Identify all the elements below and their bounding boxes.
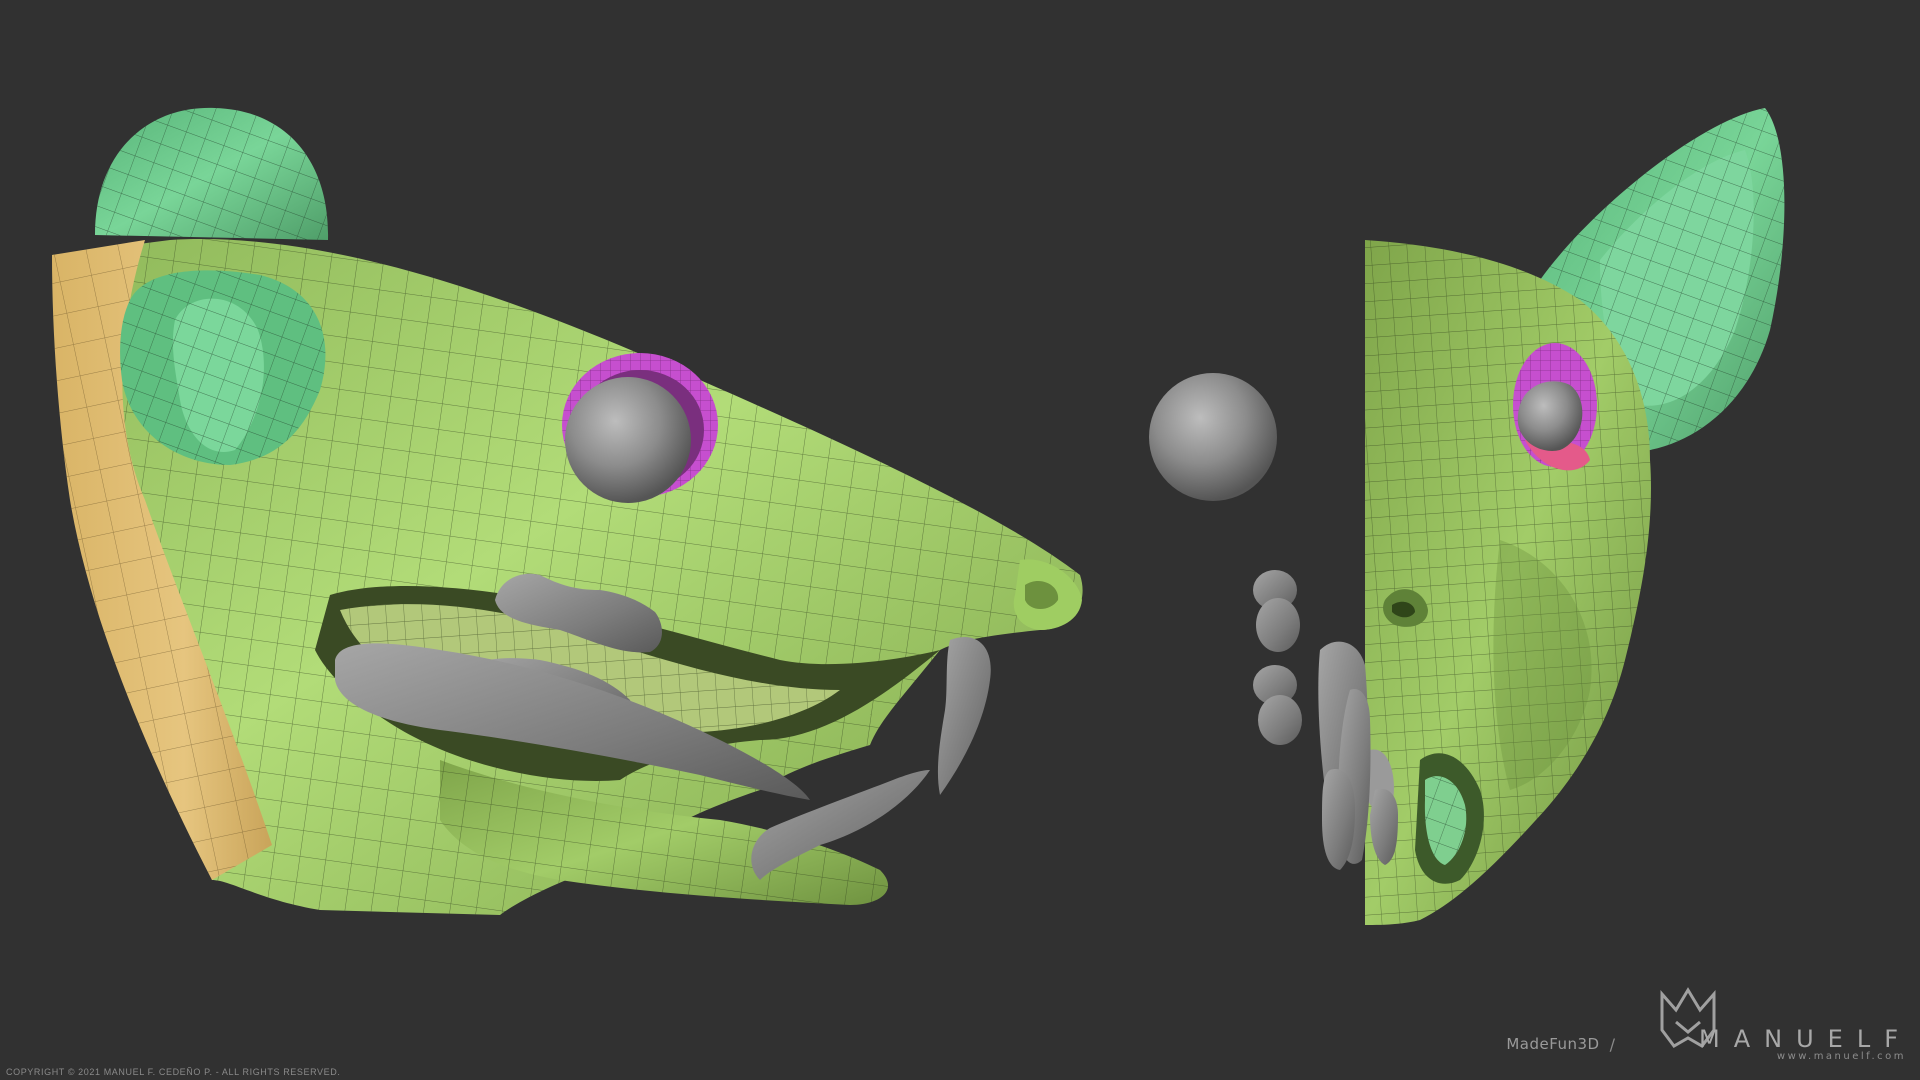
brand-separator: / (1609, 1034, 1616, 1054)
brand-name: MANUELF (1699, 1024, 1912, 1053)
front-view-head (1253, 108, 1785, 925)
copyright-notice: COPYRIGHT © 2021 MANUEL F. CEDEÑO P. - A… (6, 1067, 341, 1077)
center-eyeball (1149, 373, 1277, 501)
brand-signature: MadeFun3D / MANUELF www.manuelf.com (1506, 1014, 1912, 1074)
side-view-head (52, 107, 1083, 915)
eyeball (565, 377, 691, 503)
studio-name: MadeFun3D (1506, 1035, 1600, 1053)
brand-url: www.manuelf.com (1776, 1050, 1906, 1062)
brand-text-block: MANUELF www.manuelf.com (1699, 1027, 1912, 1062)
render-canvas (52, 107, 1785, 1048)
upper-incisor (937, 636, 991, 795)
render-viewport: COPYRIGHT © 2021 MANUEL F. CEDEÑO P. - A… (0, 0, 1920, 1080)
